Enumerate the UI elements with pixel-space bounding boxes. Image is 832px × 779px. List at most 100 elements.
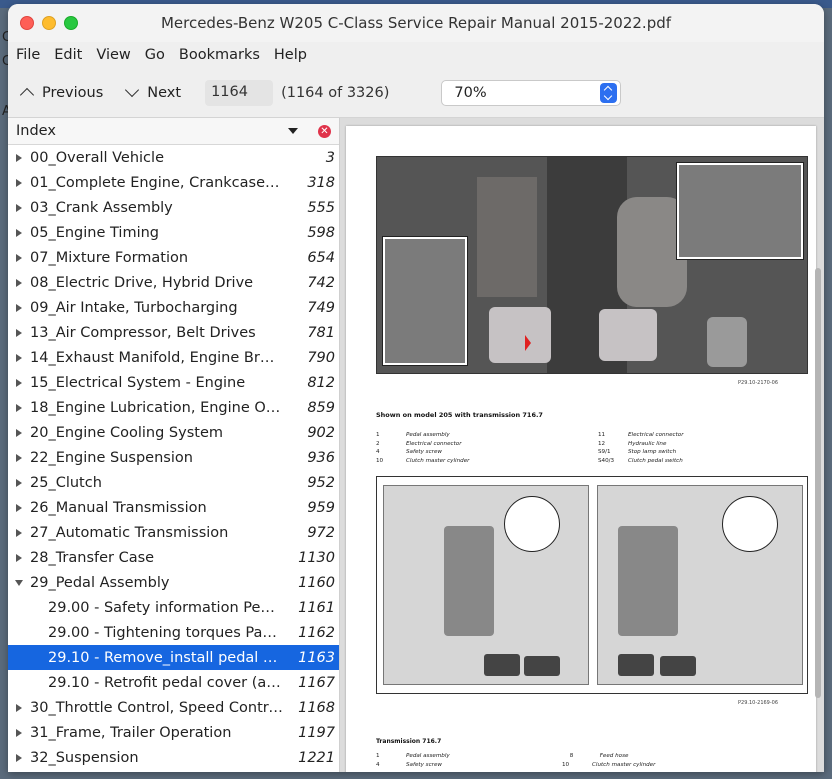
index-item[interactable]: 26_Manual Transmission 959 bbox=[8, 495, 339, 520]
disclosure-expanded-icon[interactable] bbox=[15, 579, 23, 586]
index-item[interactable]: 27_Automatic Transmission 972 bbox=[8, 520, 339, 545]
disclosure-collapsed-icon[interactable] bbox=[16, 428, 22, 437]
disclosure-collapsed-icon[interactable] bbox=[16, 528, 22, 537]
index-item[interactable]: 13_Air Compressor, Belt Drives 781 bbox=[8, 320, 339, 345]
index-item[interactable]: 00_Overall Vehicle 3 bbox=[8, 145, 339, 170]
disclosure-toggle[interactable] bbox=[8, 253, 30, 262]
disclosure-toggle[interactable] bbox=[8, 503, 30, 512]
index-item[interactable]: 09_Air Intake, Turbocharging 749 bbox=[8, 295, 339, 320]
disclosure-toggle[interactable] bbox=[8, 178, 30, 187]
legend-number: S9/1 bbox=[598, 449, 611, 455]
disclosure-collapsed-icon[interactable] bbox=[16, 178, 22, 187]
index-item-label: 14_Exhaust Manifold, Engine Brake,... bbox=[30, 349, 283, 366]
disclosure-toggle[interactable] bbox=[8, 303, 30, 312]
maximize-window-button[interactable] bbox=[64, 16, 78, 30]
index-item-page: 1163 bbox=[298, 649, 335, 666]
disclosure-toggle[interactable] bbox=[8, 353, 30, 362]
disclosure-collapsed-icon[interactable] bbox=[16, 403, 22, 412]
index-item[interactable]: 29_Pedal Assembly 1160 bbox=[8, 570, 339, 595]
disclosure-toggle[interactable] bbox=[8, 203, 30, 212]
menu-bookmarks[interactable]: Bookmarks bbox=[179, 47, 260, 63]
disclosure-collapsed-icon[interactable] bbox=[16, 278, 22, 287]
disclosure-collapsed-icon[interactable] bbox=[16, 703, 22, 712]
index-item-page: 902 bbox=[307, 424, 335, 441]
disclosure-collapsed-icon[interactable] bbox=[16, 153, 22, 162]
disclosure-toggle[interactable] bbox=[8, 378, 30, 387]
index-item[interactable]: 03_Crank Assembly 555 bbox=[8, 195, 339, 220]
next-button[interactable]: Next bbox=[125, 82, 181, 101]
disclosure-collapsed-icon[interactable] bbox=[16, 753, 22, 762]
index-item-label: 20_Engine Cooling System bbox=[30, 424, 224, 441]
index-item[interactable]: 18_Engine Lubrication, Engine Oil C... 85… bbox=[8, 395, 339, 420]
index-item[interactable]: 20_Engine Cooling System 902 bbox=[8, 420, 339, 445]
index-subitem[interactable]: 29.00 - Tightening torques Passeng... 116… bbox=[8, 620, 339, 645]
disclosure-collapsed-icon[interactable] bbox=[16, 728, 22, 737]
disclosure-toggle[interactable] bbox=[8, 703, 30, 712]
disclosure-collapsed-icon[interactable] bbox=[16, 503, 22, 512]
index-item[interactable]: 14_Exhaust Manifold, Engine Brake,... 790 bbox=[8, 345, 339, 370]
disclosure-collapsed-icon[interactable] bbox=[16, 453, 22, 462]
disclosure-toggle[interactable] bbox=[8, 728, 30, 737]
index-subitem[interactable]: 29.10 - Retrofit pedal cover (an29.1... 1… bbox=[8, 670, 339, 695]
drawing-bracket bbox=[618, 526, 678, 636]
index-subitem[interactable]: 29.00 - Safety information Pedal as... 11… bbox=[8, 595, 339, 620]
disclosure-collapsed-icon[interactable] bbox=[16, 378, 22, 387]
disclosure-collapsed-icon[interactable] bbox=[16, 203, 22, 212]
disclosure-toggle[interactable] bbox=[8, 428, 30, 437]
disclosure-collapsed-icon[interactable] bbox=[16, 228, 22, 237]
index-item[interactable]: 25_Clutch 952 bbox=[8, 470, 339, 495]
disclosure-collapsed-icon[interactable] bbox=[16, 478, 22, 487]
menu-edit[interactable]: Edit bbox=[54, 47, 82, 63]
disclosure-collapsed-icon[interactable] bbox=[16, 328, 22, 337]
disclosure-toggle[interactable] bbox=[8, 553, 30, 562]
window-title: Mercedes-Benz W205 C-Class Service Repai… bbox=[160, 14, 672, 32]
index-item[interactable]: 01_Complete Engine, Crankcase Ve... 318 bbox=[8, 170, 339, 195]
menu-file[interactable]: File bbox=[16, 47, 40, 63]
zoom-select[interactable]: 70% bbox=[441, 79, 622, 106]
previous-label: Previous bbox=[42, 84, 104, 101]
disclosure-toggle[interactable] bbox=[8, 478, 30, 487]
title-bar[interactable]: Mercedes-Benz W205 C-Class Service Repai… bbox=[8, 4, 824, 42]
previous-button[interactable]: Previous bbox=[19, 84, 104, 103]
menu-go[interactable]: Go bbox=[145, 47, 165, 63]
index-item[interactable]: 05_Engine Timing 598 bbox=[8, 220, 339, 245]
disclosure-toggle[interactable] bbox=[8, 403, 30, 412]
disclosure-collapsed-icon[interactable] bbox=[16, 303, 22, 312]
vertical-scrollbar[interactable] bbox=[815, 268, 821, 698]
disclosure-collapsed-icon[interactable] bbox=[16, 553, 22, 562]
disclosure-toggle[interactable] bbox=[8, 228, 30, 237]
disclosure-toggle[interactable] bbox=[8, 528, 30, 537]
menu-view[interactable]: View bbox=[96, 47, 130, 63]
index-item[interactable]: 30_Throttle Control, Speed Control ... 11… bbox=[8, 695, 339, 720]
disclosure-toggle[interactable] bbox=[8, 753, 30, 762]
close-sidebar-icon[interactable]: ✕ bbox=[318, 124, 331, 138]
index-item[interactable]: 15_Electrical System - Engine 812 bbox=[8, 370, 339, 395]
legend-number: 8 bbox=[569, 753, 574, 759]
index-dropdown-label[interactable]: Index bbox=[16, 123, 288, 139]
index-item[interactable]: 22_Engine Suspension 936 bbox=[8, 445, 339, 470]
page-number-input[interactable]: 1164 bbox=[205, 79, 274, 106]
index-item[interactable]: 08_Electric Drive, Hybrid Drive 742 bbox=[8, 270, 339, 295]
index-item[interactable]: 32_Suspension 1221 bbox=[8, 745, 339, 770]
index-item[interactable]: 28_Transfer Case 1130 bbox=[8, 545, 339, 570]
disclosure-toggle[interactable] bbox=[8, 328, 30, 337]
figure-code: P29.10-2170-06 bbox=[738, 380, 779, 386]
index-item[interactable]: 31_Frame, Trailer Operation 1197 bbox=[8, 720, 339, 745]
disclosure-collapsed-icon[interactable] bbox=[16, 253, 22, 262]
disclosure-collapsed-icon[interactable] bbox=[16, 353, 22, 362]
menu-help[interactable]: Help bbox=[274, 47, 307, 63]
legend-entry: S40/3 Clutch pedal switch bbox=[598, 457, 684, 466]
index-item-page: 1161 bbox=[298, 599, 335, 616]
disclosure-toggle[interactable] bbox=[8, 278, 30, 287]
disclosure-toggle[interactable] bbox=[8, 579, 30, 586]
chevron-down-icon bbox=[125, 82, 140, 98]
close-window-button[interactable] bbox=[20, 16, 34, 30]
document-viewer[interactable]: P29.10-2170-06 Shown on model 205 with t… bbox=[340, 118, 824, 772]
disclosure-toggle[interactable] bbox=[8, 453, 30, 462]
index-item-label: 08_Electric Drive, Hybrid Drive bbox=[30, 274, 254, 291]
disclosure-toggle[interactable] bbox=[8, 153, 30, 162]
minimize-window-button[interactable] bbox=[42, 16, 56, 30]
index-subitem[interactable]: 29.10 - Remove_install pedal asse... 1163 bbox=[8, 645, 339, 670]
index-item[interactable]: 07_Mixture Formation 654 bbox=[8, 245, 339, 270]
dropdown-triangle-icon[interactable] bbox=[288, 128, 298, 134]
